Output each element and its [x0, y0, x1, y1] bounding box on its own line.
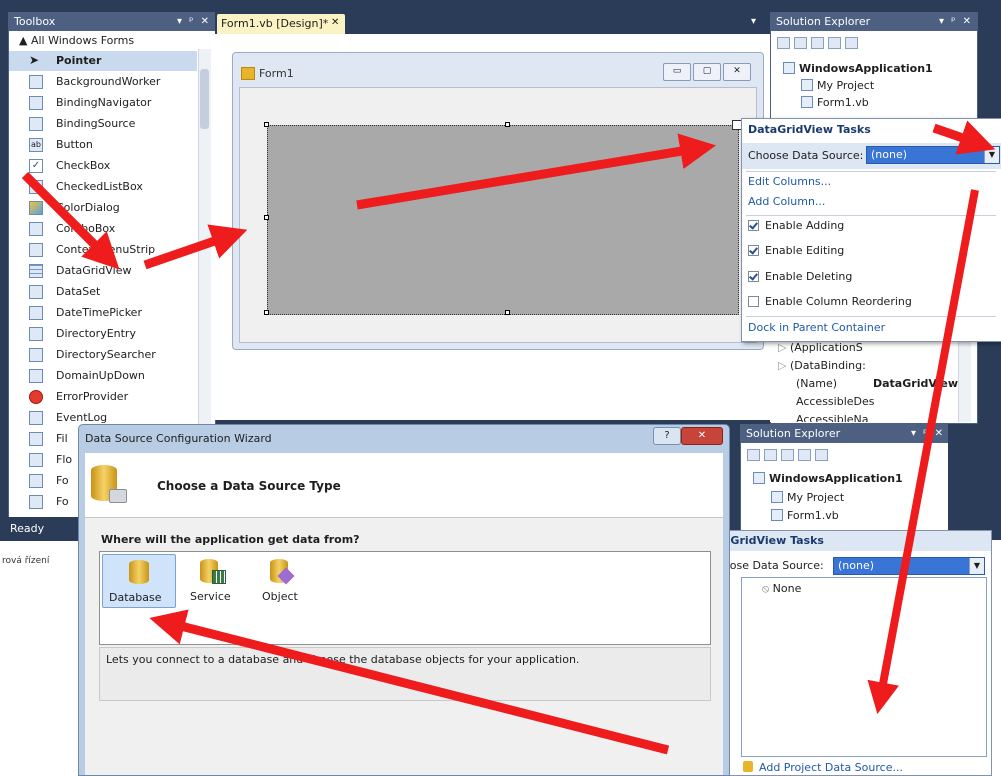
arrow-to-database	[149, 609, 670, 755]
arrow-to-designer	[143, 224, 248, 270]
arrow-to-dropdown	[932, 120, 996, 155]
arrow-to-smart-tag	[356, 133, 716, 210]
annotation-arrows	[21, 120, 996, 755]
arrow-toolbox-diagonal	[21, 171, 120, 270]
arrow-long-down	[867, 189, 979, 715]
